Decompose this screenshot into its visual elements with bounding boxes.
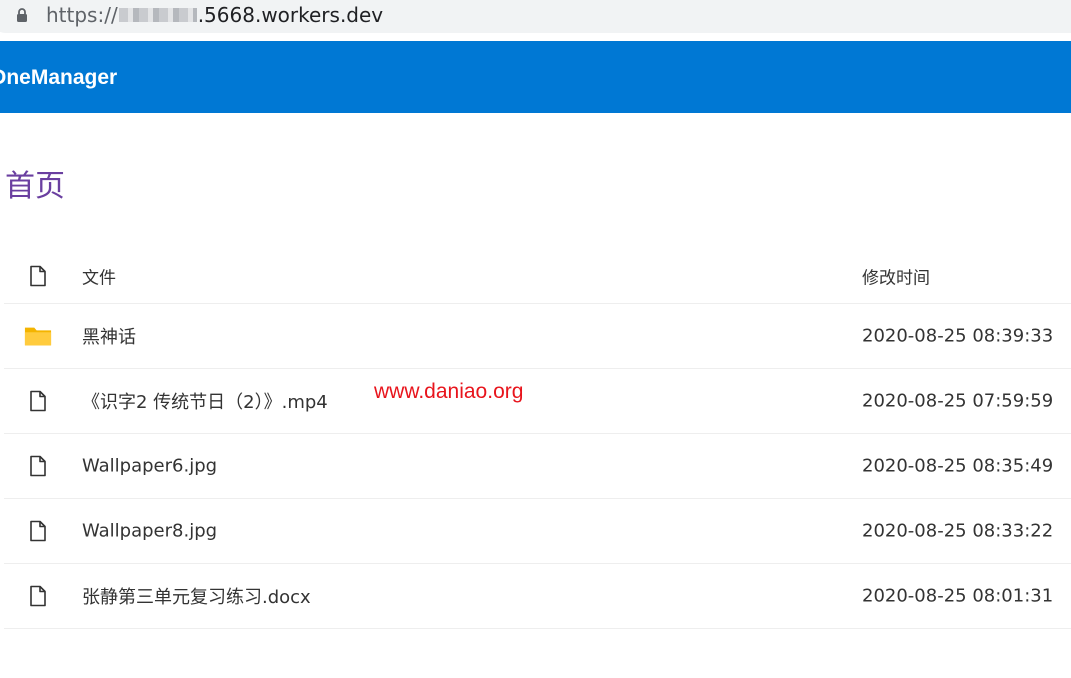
breadcrumb-home[interactable]: 首页	[5, 168, 65, 206]
file-icon	[24, 582, 52, 610]
table-row[interactable]: Wallpaper8.jpg 2020-08-25 08:33:22	[4, 499, 1071, 564]
table-row[interactable]: 黑神话 2020-08-25 08:39:33	[4, 304, 1071, 369]
row-name[interactable]: 黑神话	[82, 323, 136, 349]
table-row[interactable]: 《识字2 传统节日（2）》.mp4 2020-08-25 07:59:59	[4, 369, 1071, 434]
app-header: OneManager	[0, 41, 1071, 113]
row-name[interactable]: Wallpaper8.jpg	[82, 521, 217, 542]
app-brand-link[interactable]: OneManager	[0, 65, 117, 91]
table-header-row: 文件 修改时间	[4, 248, 1071, 304]
row-modified: 2020-08-25 08:01:31	[862, 585, 1054, 607]
file-icon	[24, 452, 52, 480]
table-row[interactable]: 张静第三单元复习练习.docx 2020-08-25 08:01:31	[4, 564, 1071, 629]
row-name[interactable]: 《识字2 传统节日（2）》.mp4	[82, 388, 328, 414]
file-icon	[24, 387, 52, 415]
file-icon	[24, 517, 52, 545]
row-modified: 2020-08-25 07:59:59	[862, 390, 1054, 412]
redacted-subdomain	[118, 7, 197, 22]
browser-address-bar: https:// .5668.workers.dev	[0, 0, 1071, 41]
row-modified: 2020-08-25 08:33:22	[862, 520, 1054, 542]
table-row[interactable]: Wallpaper6.jpg 2020-08-25 08:35:49	[4, 434, 1071, 499]
file-table: 文件 修改时间 黑神话 2020-08-25 08:39:33 《识字2 传统节…	[4, 248, 1071, 629]
url-protocol: https://	[46, 3, 118, 27]
row-name[interactable]: Wallpaper6.jpg	[82, 456, 217, 477]
column-header-modified[interactable]: 修改时间	[862, 263, 930, 288]
file-icon	[24, 262, 52, 290]
watermark-text: www.daniao.org	[374, 380, 524, 403]
url-domain: .5668.workers.dev	[197, 3, 384, 27]
column-header-name[interactable]: 文件	[82, 263, 116, 288]
row-modified: 2020-08-25 08:35:49	[862, 455, 1054, 477]
lock-icon[interactable]	[14, 7, 30, 23]
row-name[interactable]: 张静第三单元复习练习.docx	[82, 583, 311, 609]
row-modified: 2020-08-25 08:39:33	[862, 325, 1054, 347]
url-text[interactable]: https:// .5668.workers.dev	[46, 2, 383, 28]
folder-icon	[24, 322, 52, 350]
